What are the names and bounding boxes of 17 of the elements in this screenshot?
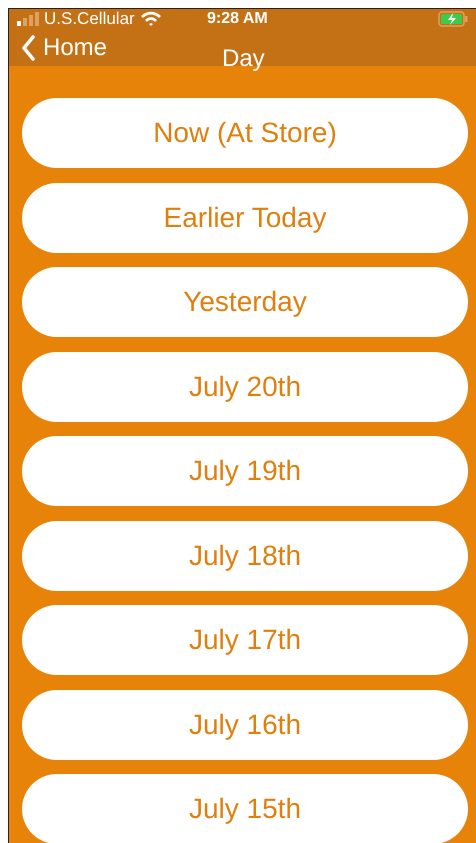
back-chevron-icon: [21, 34, 35, 60]
clock-time: 9:28 AM: [207, 10, 268, 28]
screen-title: Day: [222, 45, 265, 73]
wifi-icon: [140, 11, 162, 27]
day-button[interactable]: Now (At Store): [22, 98, 468, 168]
day-button[interactable]: July 16th: [22, 690, 468, 760]
carrier-name: U.S.Cellular: [44, 9, 135, 29]
day-button[interactable]: July 15th: [22, 774, 468, 843]
day-button[interactable]: July 18th: [22, 520, 468, 590]
signal-icon: [17, 12, 39, 26]
back-button[interactable]: Home: [21, 34, 108, 62]
day-button[interactable]: Earlier Today: [22, 182, 468, 252]
day-button[interactable]: July 17th: [22, 605, 468, 675]
day-button[interactable]: July 19th: [22, 436, 468, 506]
day-button[interactable]: Yesterday: [22, 267, 468, 337]
battery-charging-icon: [438, 11, 468, 27]
day-button[interactable]: July 20th: [22, 352, 468, 422]
